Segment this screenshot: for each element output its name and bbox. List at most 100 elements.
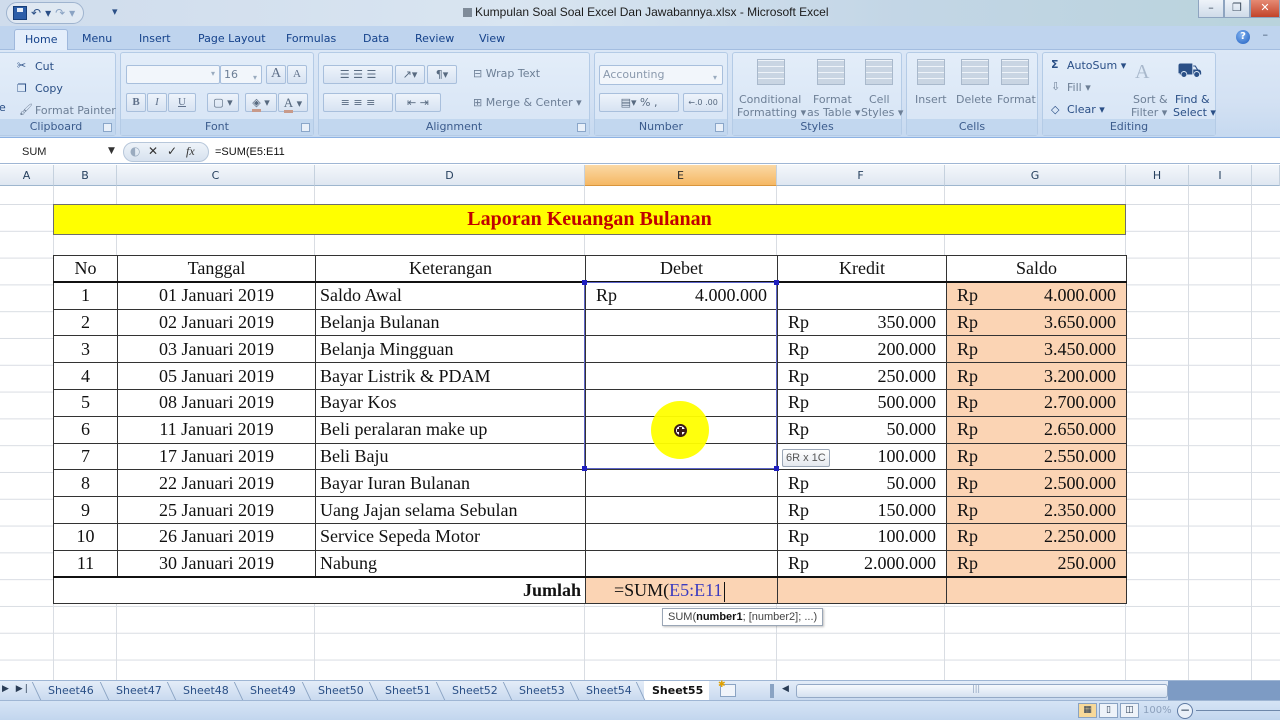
zoom-out-button[interactable]: − <box>1177 703 1193 719</box>
accounting-format-button[interactable]: ▤▾ % , <box>599 93 679 112</box>
formula-bar-expand-icon[interactable]: ◐ <box>130 144 140 158</box>
row-no-cell[interactable]: 9 <box>53 496 118 524</box>
number-dialog-launcher[interactable] <box>715 123 724 132</box>
saldo-cell[interactable]: Rp 3.450.000 <box>946 335 1127 364</box>
column-header-j[interactable] <box>1252 165 1280 186</box>
row-no-cell[interactable]: 2 <box>53 308 118 337</box>
row-description-cell[interactable]: Bayar Iuran Bulanan <box>315 469 586 498</box>
row-no-cell[interactable]: 5 <box>53 388 118 417</box>
sheet-tab-sheet50[interactable]: Sheet50 <box>310 681 370 700</box>
paste-button[interactable]: e <box>0 101 6 114</box>
row-description-cell[interactable]: Bayar Listrik & PDAM <box>315 362 586 390</box>
header-no[interactable]: No <box>53 255 118 284</box>
normal-view-icon[interactable]: ▦ <box>1078 703 1097 718</box>
tab-insert[interactable]: Insert <box>129 29 181 50</box>
sheet-tab-sheet46[interactable]: Sheet46 <box>40 681 100 700</box>
help-icon[interactable]: ? <box>1236 30 1250 44</box>
sheet-tab-sheet52[interactable]: Sheet52 <box>444 681 504 700</box>
conditional-formatting-button-line2[interactable]: Formatting ▾ <box>737 106 806 119</box>
find-select-button[interactable]: Find & <box>1175 93 1210 106</box>
tab-menu[interactable]: Menu <box>72 29 122 50</box>
row-description-cell[interactable]: Beli Baju <box>315 442 586 471</box>
cut-icon[interactable]: ✂ <box>17 59 26 72</box>
borders-button[interactable]: ▢ ▾ <box>207 93 239 112</box>
row-no-cell[interactable]: 7 <box>53 442 118 471</box>
row-date-cell[interactable]: 25 Januari 2019 <box>117 496 316 524</box>
row-no-cell[interactable]: 8 <box>53 469 118 498</box>
column-header-b[interactable]: B <box>54 165 117 186</box>
tab-home[interactable]: Home <box>14 29 69 50</box>
column-header-c[interactable]: C <box>117 165 315 186</box>
close-button[interactable]: ✕ <box>1250 0 1280 18</box>
cell-styles-button[interactable]: Cell <box>869 93 890 106</box>
saldo-cell[interactable]: Rp 4.000.000 <box>946 281 1127 310</box>
kredit-cell[interactable]: Rp 150.000 <box>777 496 947 524</box>
debet-cell[interactable] <box>585 335 778 364</box>
column-header-f[interactable]: F <box>777 165 945 186</box>
scroll-thumb[interactable] <box>796 684 1168 698</box>
tab-review[interactable]: Review <box>405 29 464 50</box>
insert-cells-button[interactable]: Insert <box>915 93 947 106</box>
alignment-dialog-launcher[interactable] <box>577 123 586 132</box>
sheet-tab-sheet53[interactable]: Sheet53 <box>511 681 571 700</box>
saldo-cell[interactable]: Rp 2.250.000 <box>946 522 1127 551</box>
row-description-cell[interactable]: Bayar Kos <box>315 388 586 417</box>
sheet-tab-sheet54[interactable]: Sheet54 <box>578 681 638 700</box>
header-saldo[interactable]: Saldo <box>946 255 1127 284</box>
font-size-select[interactable]: 16 ▾ <box>220 65 262 84</box>
italic-button[interactable]: I <box>147 93 167 112</box>
sheet-tab-sheet55[interactable]: Sheet55 <box>644 681 710 700</box>
name-box-dropdown-icon[interactable]: ▼ <box>108 146 115 156</box>
header-tanggal[interactable]: Tanggal <box>117 255 316 284</box>
saldo-cell[interactable]: Rp 3.200.000 <box>946 362 1127 390</box>
insert-cells-icon[interactable] <box>917 59 945 85</box>
fill-icon[interactable]: ⇩ <box>1051 80 1060 93</box>
debet-cell[interactable] <box>585 469 778 498</box>
saldo-cell[interactable]: Rp 2.700.000 <box>946 388 1127 417</box>
tab-view[interactable]: View <box>469 29 515 50</box>
zoom-slider[interactable] <box>1196 710 1280 711</box>
kredit-cell[interactable]: Rp 2.000.000 <box>777 549 947 578</box>
saldo-cell[interactable]: Rp 250.000 <box>946 549 1127 578</box>
total-debet-cell[interactable]: =SUM(E5:E11 <box>585 576 778 605</box>
page-layout-view-icon[interactable]: ▯ <box>1099 703 1118 718</box>
row-no-cell[interactable]: 3 <box>53 335 118 364</box>
sheet-tab-sheet51[interactable]: Sheet51 <box>377 681 437 700</box>
format-painter-icon[interactable]: 🖌 <box>19 103 33 116</box>
row-no-cell[interactable]: 10 <box>53 522 118 551</box>
sheet-tab-sheet47[interactable]: Sheet47 <box>108 681 168 700</box>
row-date-cell[interactable]: 08 Januari 2019 <box>117 388 316 417</box>
conditional-formatting-icon[interactable] <box>757 59 785 85</box>
binoculars-icon[interactable]: ⛟ <box>1177 58 1202 85</box>
header-kredit[interactable]: Kredit <box>777 255 947 284</box>
cancel-icon[interactable]: ✕ <box>148 144 158 158</box>
row-description-cell[interactable]: Belanja Bulanan <box>315 308 586 337</box>
row-date-cell[interactable]: 01 Januari 2019 <box>117 281 316 310</box>
tab-formulas[interactable]: Formulas <box>276 29 346 50</box>
scroll-left-icon[interactable]: ◀ <box>782 684 789 694</box>
format-painter-button[interactable]: Format Painter <box>35 104 116 117</box>
conditional-formatting-button[interactable]: Conditional <box>739 93 801 106</box>
row-no-cell[interactable]: 6 <box>53 415 118 444</box>
copy-icon[interactable]: ❐ <box>17 82 27 95</box>
row-date-cell[interactable]: 03 Januari 2019 <box>117 335 316 364</box>
row-description-cell[interactable]: Saldo Awal <box>315 281 586 310</box>
report-title[interactable]: Laporan Keuangan Bulanan <box>53 204 1126 235</box>
tab-split-handle[interactable] <box>770 684 774 698</box>
header-keterangan[interactable]: Keterangan <box>315 255 586 284</box>
horizontal-scrollbar[interactable]: ◀ <box>770 684 1168 698</box>
saldo-cell[interactable]: Rp 2.650.000 <box>946 415 1127 444</box>
clear-button[interactable]: Clear ▾ <box>1067 103 1105 116</box>
header-debet[interactable]: Debet <box>585 255 778 284</box>
row-date-cell[interactable]: 05 Januari 2019 <box>117 362 316 390</box>
total-label[interactable]: Jumlah <box>53 576 586 605</box>
clipboard-dialog-launcher[interactable] <box>103 123 112 132</box>
number-format-select[interactable]: Accounting ▾ <box>599 65 723 85</box>
ribbon-minimize-icon[interactable]: – <box>1263 28 1269 41</box>
saldo-cell[interactable]: Rp 2.550.000 <box>946 442 1127 471</box>
column-header-g[interactable]: G <box>945 165 1126 186</box>
zoom-level[interactable]: 100% <box>1143 705 1172 716</box>
format-as-table-icon[interactable] <box>817 59 845 85</box>
kredit-cell[interactable]: Rp 50.000 <box>777 415 947 444</box>
row-date-cell[interactable]: 22 Januari 2019 <box>117 469 316 498</box>
